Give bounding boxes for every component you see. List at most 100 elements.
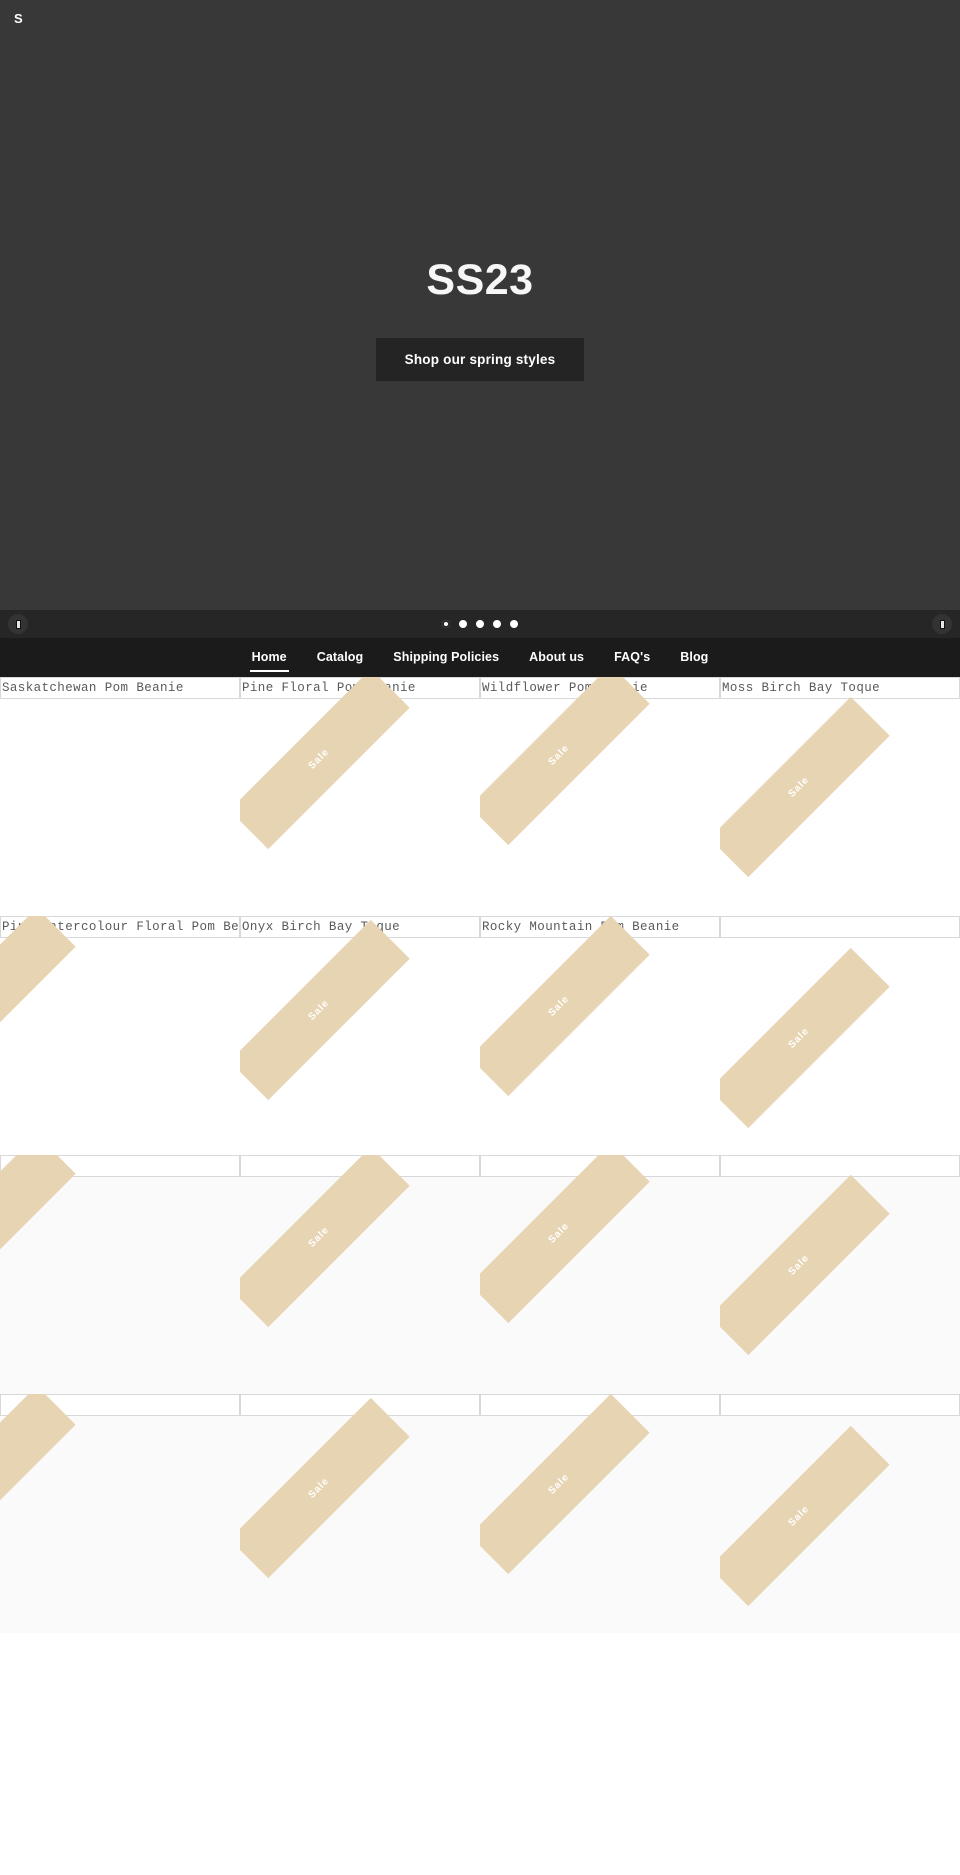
sale-badge: Sale	[0, 916, 76, 1089]
carousel-dot-1[interactable]	[442, 620, 450, 628]
product-image[interactable]: Wildflower Pom Beanie Sale	[480, 677, 720, 916]
product-image[interactable]: Saskatchewan Pom Beanie	[0, 677, 240, 916]
product-image[interactable]: Sale	[240, 1155, 480, 1394]
product-title: Pine Floral Pom Beanie	[240, 677, 480, 699]
sale-badge-label: Sale	[546, 742, 573, 768]
product-card[interactable]: Sale	[0, 1155, 240, 1394]
product-card[interactable]: Sale	[720, 1155, 960, 1394]
product-card[interactable]: Pine Floral Pom Beanie Sale	[240, 677, 480, 916]
product-image[interactable]: Pink Watercolour Floral Pom BeanieSale	[0, 916, 240, 1155]
section-featured-row-3: Sale Sale Sale Sale	[0, 1155, 960, 1394]
product-card[interactable]: Sale	[480, 1155, 720, 1394]
product-grid: Sale Sale Sale Sale	[0, 1155, 960, 1394]
product-grid: Sale Sale Sale Sale	[0, 1394, 960, 1633]
sale-badge: Sale	[720, 696, 890, 878]
sale-badge: Sale	[720, 947, 890, 1129]
carousel-dots	[442, 620, 518, 628]
product-title	[240, 1394, 480, 1416]
product-image[interactable]: Onyx Birch Bay Toque Sale	[240, 916, 480, 1155]
product-image[interactable]: Sale	[720, 916, 960, 1155]
product-image[interactable]: Pine Floral Pom Beanie Sale	[240, 677, 480, 916]
nav-item-home[interactable]: Home	[237, 639, 302, 676]
sale-badge: Sale	[720, 1174, 890, 1356]
carousel-dot-4[interactable]	[493, 620, 501, 628]
nav-item-catalog[interactable]: Catalog	[302, 639, 379, 676]
sale-badge: Sale	[0, 1155, 76, 1316]
product-sections: Saskatchewan Pom Beanie Pine Floral Pom B…	[0, 677, 960, 1633]
product-title: Wildflower Pom Beanie	[480, 677, 720, 699]
sale-badge-label: Sale	[786, 1252, 813, 1278]
hero-slideshow: S SS23 Shop our spring styles	[0, 0, 960, 638]
carousel-prev-arrow-icon[interactable]	[8, 614, 28, 634]
product-card[interactable]: Pink Watercolour Floral Pom BeanieSale	[0, 916, 240, 1155]
nav-item-blog[interactable]: Blog	[665, 639, 723, 676]
product-card[interactable]: Sale	[720, 1394, 960, 1633]
product-image[interactable]: Sale	[240, 1394, 480, 1633]
carousel-next-arrow-icon[interactable]	[932, 614, 952, 634]
sale-badge: Sale	[480, 1394, 650, 1575]
sale-badge-label: Sale	[786, 774, 813, 800]
product-title	[720, 1155, 960, 1177]
product-card[interactable]: Moss Birch Bay Toque Sale	[720, 677, 960, 916]
product-title	[480, 1155, 720, 1177]
chevron-left-icon	[15, 619, 21, 629]
product-grid: Pink Watercolour Floral Pom BeanieSaleOn…	[0, 916, 960, 1155]
carousel-dot-2[interactable]	[459, 620, 467, 628]
product-title: Pink Watercolour Floral Pom Beanie	[0, 916, 240, 938]
sale-badge: Sale	[480, 916, 650, 1097]
sale-badge-label: Sale	[546, 1471, 573, 1497]
chevron-right-icon	[939, 619, 945, 629]
product-title: Saskatchewan Pom Beanie	[0, 677, 240, 699]
product-title	[0, 1394, 240, 1416]
sale-badge-label: Sale	[306, 1224, 333, 1250]
product-card[interactable]: Wildflower Pom Beanie Sale	[480, 677, 720, 916]
product-card[interactable]: Rocky Mountain Pom Beanie Sale	[480, 916, 720, 1155]
sale-badge-label: Sale	[546, 993, 573, 1019]
section-featured-row-2: Pink Watercolour Floral Pom BeanieSaleOn…	[0, 916, 960, 1155]
section-featured-row-4: Sale Sale Sale Sale	[0, 1394, 960, 1633]
product-image[interactable]: Sale	[0, 1394, 240, 1633]
product-image[interactable]: Sale	[480, 1394, 720, 1633]
product-card[interactable]: Sale	[240, 1394, 480, 1633]
product-title	[720, 916, 960, 938]
sale-badge: Sale	[240, 677, 410, 850]
shop-spring-styles-button[interactable]: Shop our spring styles	[375, 338, 585, 382]
product-image[interactable]: Sale	[0, 1155, 240, 1394]
sale-badge: Sale	[480, 677, 650, 846]
product-image[interactable]: Moss Birch Bay Toque Sale	[720, 677, 960, 916]
carousel-dot-3[interactable]	[476, 620, 484, 628]
sale-badge-label: Sale	[306, 746, 333, 772]
product-image[interactable]: Sale	[720, 1155, 960, 1394]
product-card[interactable]: Sale	[0, 1394, 240, 1633]
sale-badge: Sale	[240, 1155, 410, 1328]
product-card[interactable]: Sale	[240, 1155, 480, 1394]
sale-badge-label: Sale	[786, 1025, 813, 1051]
sale-badge: Sale	[480, 1155, 650, 1324]
sale-badge-label: Sale	[306, 997, 333, 1023]
sale-badge-label: Sale	[786, 1503, 813, 1529]
nav-item-about-us[interactable]: About us	[514, 639, 599, 676]
product-card[interactable]: Saskatchewan Pom Beanie	[0, 677, 240, 916]
product-card[interactable]: Sale	[480, 1394, 720, 1633]
carousel-dot-5[interactable]	[510, 620, 518, 628]
product-image[interactable]: Rocky Mountain Pom Beanie Sale	[480, 916, 720, 1155]
nav-item-faqs[interactable]: FAQ's	[599, 639, 665, 676]
hero-content: SS23 Shop our spring styles	[0, 0, 960, 638]
sale-badge: Sale	[240, 1397, 410, 1579]
hero-title: SS23	[426, 255, 534, 304]
product-title: Moss Birch Bay Toque	[720, 677, 960, 699]
product-title: Onyx Birch Bay Toque	[240, 916, 480, 938]
nav-item-shipping-policies[interactable]: Shipping Policies	[378, 639, 514, 676]
sale-badge: Sale	[0, 1394, 76, 1567]
product-card[interactable]: Onyx Birch Bay Toque Sale	[240, 916, 480, 1155]
product-title	[240, 1155, 480, 1177]
carousel-control-bar	[0, 610, 960, 638]
section-featured-row-1: Saskatchewan Pom Beanie Pine Floral Pom B…	[0, 677, 960, 916]
product-image[interactable]: Sale	[480, 1155, 720, 1394]
product-image[interactable]: Sale	[720, 1394, 960, 1633]
product-title: Rocky Mountain Pom Beanie	[480, 916, 720, 938]
sale-badge: Sale	[720, 1425, 890, 1607]
sale-badge-label: Sale	[306, 1475, 333, 1501]
product-grid: Saskatchewan Pom Beanie Pine Floral Pom B…	[0, 677, 960, 916]
product-card[interactable]: Sale	[720, 916, 960, 1155]
